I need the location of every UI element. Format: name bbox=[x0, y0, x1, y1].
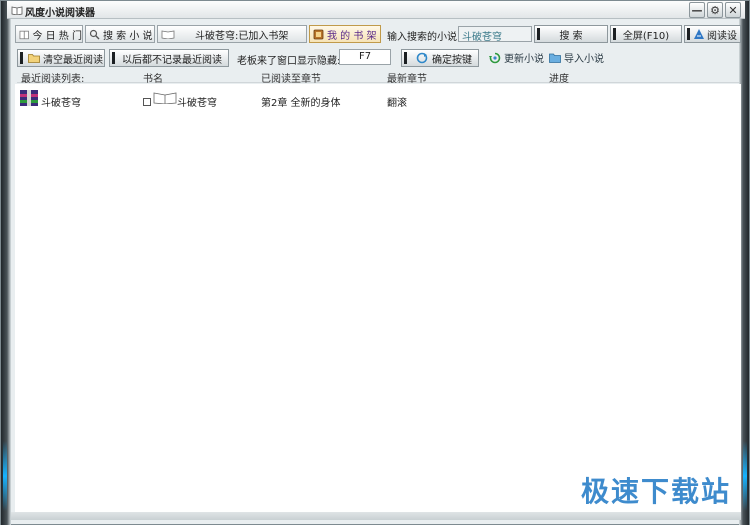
minimize-button[interactable]: — bbox=[689, 2, 705, 18]
tab-bookshelf-label: 我 的 书 架 bbox=[327, 30, 377, 42]
table-row[interactable]: 斗破苍穹 斗破苍穹 第2章 全新的身体 翻滚 bbox=[15, 86, 741, 112]
list-header: 最近阅读列表: 书名 已阅读至章节 最新章节 进度 bbox=[17, 69, 739, 85]
button-grip bbox=[112, 52, 115, 64]
search-icon bbox=[89, 29, 100, 39]
window-title: 风度小说阅读器 bbox=[25, 8, 95, 19]
row-checkbox[interactable] bbox=[143, 98, 151, 106]
recent-book-title[interactable]: 斗破苍穹 bbox=[41, 94, 81, 109]
fullscreen-button[interactable]: 全屏(F10) bbox=[610, 25, 682, 43]
search-label: 输入搜索的小说: bbox=[387, 32, 461, 43]
boss-key-input[interactable]: F7 bbox=[339, 49, 391, 65]
main-toolbar: 今 日 热 门 搜 索 小 说 斗破苍穹:已加入书架 我 的 书 架 输入搜索的… bbox=[11, 23, 741, 45]
column-read-chapter: 已阅读至章节 bbox=[261, 74, 321, 85]
book-name[interactable]: 斗破苍穹 bbox=[177, 94, 217, 109]
status-bar bbox=[11, 512, 741, 520]
no-record-label: 以后都不记录最近阅读 bbox=[122, 54, 222, 66]
tab-current-book[interactable]: 斗破苍穹:已加入书架 bbox=[157, 25, 307, 43]
settings-button[interactable]: ⚙ bbox=[707, 2, 723, 18]
search-button[interactable]: 搜 索 bbox=[534, 25, 608, 43]
bookshelf-tab-icon bbox=[313, 29, 324, 39]
tab-current-book-label: 斗破苍穹:已加入书架 bbox=[195, 30, 289, 42]
column-latest-chapter: 最新章节 bbox=[387, 74, 427, 85]
app-book-icon bbox=[11, 6, 23, 15]
frame-glow-right bbox=[743, 441, 747, 511]
search-input[interactable]: 斗破苍穹 bbox=[458, 26, 532, 43]
latest-chapter[interactable]: 翻滚 bbox=[387, 94, 407, 109]
import-novel-label: 导入小说 bbox=[564, 54, 604, 65]
column-book-name: 书名 bbox=[143, 74, 163, 85]
tab-hot-today[interactable]: 今 日 热 门 bbox=[15, 25, 83, 43]
clear-recent-label: 清空最近阅读 bbox=[43, 54, 103, 66]
book-list: 斗破苍穹 斗破苍穹 第2章 全新的身体 翻滚 bbox=[15, 84, 741, 512]
tab-search-novel[interactable]: 搜 索 小 说 bbox=[85, 25, 155, 43]
button-grip bbox=[404, 52, 407, 64]
app-window: 风度小说阅读器 — ⚙ ✕ 今 日 热 门 搜 索 小 说 斗破苍穹:已加入书架… bbox=[0, 0, 750, 525]
button-grip bbox=[613, 28, 616, 40]
update-novel-label: 更新小说 bbox=[504, 54, 544, 65]
fullscreen-button-label: 全屏(F10) bbox=[622, 30, 670, 42]
close-button[interactable]: ✕ bbox=[725, 2, 741, 18]
boss-key-label: 老板来了窗口显示隐藏: bbox=[237, 56, 341, 67]
tab-hot-today-label: 今 日 热 门 bbox=[32, 30, 82, 42]
confirm-hotkey-label: 确定按键 bbox=[432, 54, 472, 66]
tab-search-novel-label: 搜 索 小 说 bbox=[103, 30, 153, 42]
import-novel-button[interactable]: 导入小说 bbox=[549, 50, 604, 65]
refresh-icon bbox=[489, 52, 501, 63]
column-recent: 最近阅读列表: bbox=[21, 74, 85, 85]
button-grip bbox=[687, 28, 690, 40]
open-book-icon bbox=[161, 30, 175, 39]
frame-glow-left bbox=[3, 441, 7, 511]
clear-recent-button[interactable]: 清空最近阅读 bbox=[17, 49, 105, 67]
tab-bookshelf[interactable]: 我 的 书 架 bbox=[309, 25, 381, 43]
search-button-label: 搜 索 bbox=[559, 30, 583, 42]
archive-book-icon bbox=[20, 90, 38, 106]
refresh-icon bbox=[416, 52, 428, 64]
watermark: 极速下载站 bbox=[580, 475, 731, 508]
import-icon bbox=[549, 53, 561, 63]
update-novel-button[interactable]: 更新小说 bbox=[489, 50, 544, 65]
reading-settings-button[interactable]: 阅读设 bbox=[684, 25, 741, 43]
no-record-button[interactable]: 以后都不记录最近阅读 bbox=[109, 49, 229, 67]
open-book-icon bbox=[153, 92, 177, 104]
button-grip bbox=[20, 52, 23, 64]
reading-settings-label: 阅读设 bbox=[707, 30, 737, 42]
recent-toolbar: 清空最近阅读 以后都不记录最近阅读 老板来了窗口显示隐藏: F7 确定按键 更新… bbox=[11, 47, 741, 67]
book-icon bbox=[19, 30, 29, 39]
read-chapter[interactable]: 第2章 全新的身体 bbox=[261, 94, 341, 109]
column-progress: 进度 bbox=[549, 74, 569, 85]
confirm-hotkey-button[interactable]: 确定按键 bbox=[401, 49, 479, 67]
folder-icon bbox=[28, 54, 40, 63]
reading-settings-icon bbox=[694, 29, 704, 39]
title-bar: 风度小说阅读器 — ⚙ ✕ bbox=[7, 1, 745, 19]
button-grip bbox=[537, 28, 540, 40]
